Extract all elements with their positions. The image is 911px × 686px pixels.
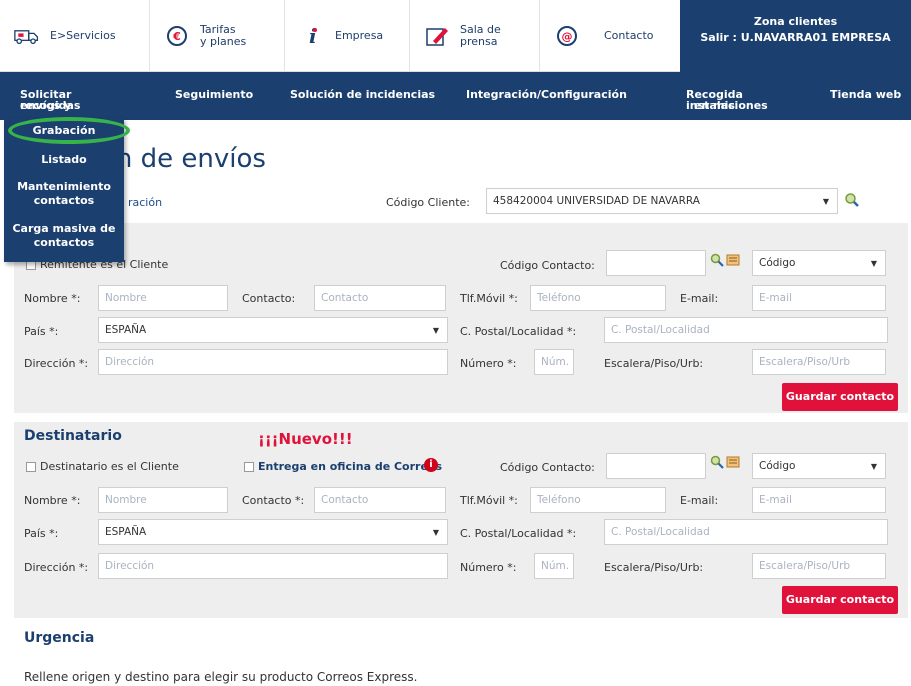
top-bar: E>Servicios € Tarifas y planes i Empresa … xyxy=(0,0,911,72)
zona-user[interactable]: Salir : U.NAVARRA01 EMPRESA xyxy=(680,30,911,46)
urgencia-text: Rellene origen y destino para elegir su … xyxy=(24,670,418,684)
numero-label: Número *: xyxy=(460,561,517,574)
destinatario-cliente-label: Destinatario es el Cliente xyxy=(40,460,179,473)
empresa-label: Empresa xyxy=(335,29,384,42)
nav-integracion[interactable]: Integración/Configuración xyxy=(466,89,627,100)
search-icon[interactable] xyxy=(710,253,724,267)
tlf-input[interactable]: Teléfono xyxy=(530,285,666,311)
contacto-label: Contacto *: xyxy=(242,494,305,507)
address-book-icon[interactable] xyxy=(726,253,740,267)
tarifas-label-2: y planes xyxy=(200,35,247,48)
euro-icon: € xyxy=(164,23,190,49)
menu-item-mantenimiento[interactable]: Mantenimiento contactos xyxy=(4,180,124,208)
zona-clientes[interactable]: Zona clientes Salir : U.NAVARRA01 EMPRES… xyxy=(680,0,911,72)
svg-text:@: @ xyxy=(562,30,573,43)
remitente-section: Remitente es el Cliente Código Contacto:… xyxy=(14,223,908,413)
urgencia-title: Urgencia xyxy=(24,630,95,646)
cp-input[interactable]: C. Postal/Localidad xyxy=(604,519,888,545)
direccion-label: Dirección *: xyxy=(24,561,89,574)
pen-icon xyxy=(424,23,450,49)
codigo-contacto-select[interactable]: Código ▼ xyxy=(752,250,886,276)
direccion-input[interactable]: Dirección xyxy=(98,349,448,375)
menu-item-carga-masiva[interactable]: Carga masiva de contactos xyxy=(4,222,124,250)
pais-select[interactable]: ESPAÑA ▼ xyxy=(98,519,448,545)
pais-label: País *: xyxy=(24,527,59,540)
email-input[interactable]: E-mail xyxy=(752,285,886,311)
nombre-input[interactable]: Nombre xyxy=(98,285,228,311)
chevron-down-icon: ▼ xyxy=(432,326,439,335)
svg-text:€: € xyxy=(172,30,181,43)
contacto-label: Contacto: xyxy=(242,292,296,305)
codigo-contacto-input[interactable] xyxy=(606,453,706,479)
email-input[interactable]: E-mail xyxy=(752,487,886,513)
servicios-label: E>Servicios xyxy=(50,29,116,42)
empresa-link[interactable]: i Empresa xyxy=(285,0,410,72)
cp-label: C. Postal/Localidad *: xyxy=(460,527,577,540)
destinatario-section: Destinatario Destinatario es el Cliente … xyxy=(14,422,908,618)
numero-input[interactable]: Núm. xyxy=(534,553,574,579)
info-icon[interactable]: i xyxy=(424,458,438,472)
search-icon[interactable] xyxy=(710,455,724,469)
nav-tienda[interactable]: Tienda web xyxy=(830,89,901,100)
cp-input[interactable]: C. Postal/Localidad xyxy=(604,317,888,343)
pais-select[interactable]: ESPAÑA ▼ xyxy=(98,317,448,343)
configuracion-link[interactable]: ración xyxy=(128,196,162,209)
page-title: ón de envíos xyxy=(100,144,266,174)
at-icon: @ xyxy=(554,23,580,49)
nombre-input[interactable]: Nombre xyxy=(98,487,228,513)
info-i-icon: i xyxy=(299,23,325,49)
email-label: E-mail: xyxy=(680,292,719,305)
tlf-input[interactable]: Teléfono xyxy=(530,487,666,513)
search-icon[interactable] xyxy=(844,192,860,211)
chevron-down-icon: ▼ xyxy=(432,528,439,537)
escalera-input[interactable]: Escalera/Piso/Urb xyxy=(752,553,886,579)
nombre-label: Nombre *: xyxy=(24,494,81,507)
sala-prensa-link[interactable]: Sala de prensa xyxy=(410,0,540,72)
oficina-correos-checkbox[interactable] xyxy=(244,462,254,472)
email-label: E-mail: xyxy=(680,494,719,507)
contacto-label: Contacto xyxy=(604,29,654,42)
chevron-down-icon: ▼ xyxy=(870,462,877,471)
main-nav: Solicitar envíos y recogidas Seguimiento … xyxy=(0,72,911,120)
guardar-contacto-button[interactable]: Guardar contacto xyxy=(782,383,898,411)
cp-label: C. Postal/Localidad *: xyxy=(460,325,577,338)
tarifas-link[interactable]: € Tarifas y planes xyxy=(150,0,285,72)
codigo-contacto-input[interactable] xyxy=(606,250,706,276)
chevron-down-icon: ▼ xyxy=(870,259,877,268)
highlight-circle xyxy=(8,117,130,144)
chevron-down-icon: ▼ xyxy=(822,197,829,206)
truck-icon xyxy=(14,23,40,49)
address-book-icon[interactable] xyxy=(726,455,740,469)
escalera-label: Escalera/Piso/Urb: xyxy=(604,357,704,370)
nombre-label: Nombre *: xyxy=(24,292,81,305)
nuevo-badge: ¡¡¡Nuevo!!! xyxy=(258,430,353,448)
tlf-label: Tlf.Móvil *: xyxy=(460,494,518,507)
oficina-correos-label: Entrega en oficina de Correos xyxy=(258,460,443,473)
codigo-contacto-label: Código Contacto: xyxy=(500,461,595,474)
nav-incidencias[interactable]: Solución de incidencias xyxy=(290,89,435,100)
pais-label: País *: xyxy=(24,325,59,338)
nav-seguimiento[interactable]: Seguimiento xyxy=(175,89,253,100)
direccion-input[interactable]: Dirección xyxy=(98,553,448,579)
contacto-input[interactable]: Contacto xyxy=(314,487,446,513)
zona-title: Zona clientes xyxy=(753,15,838,28)
numero-input[interactable]: Núm. xyxy=(534,349,574,375)
codigo-cliente-select[interactable]: 458420004 UNIVERSIDAD DE NAVARRA ▼ xyxy=(486,188,838,214)
contacto-link[interactable]: @ Contacto xyxy=(540,0,680,72)
escalera-input[interactable]: Escalera/Piso/Urb xyxy=(752,349,886,375)
codigo-contacto-label: Código Contacto: xyxy=(500,259,595,272)
codigo-contacto-select[interactable]: Código ▼ xyxy=(752,453,886,479)
servicios-link[interactable]: E>Servicios xyxy=(0,0,150,72)
menu-item-listado[interactable]: Listado xyxy=(4,153,124,167)
escalera-label: Escalera/Piso/Urb: xyxy=(604,561,704,574)
numero-label: Número *: xyxy=(460,357,517,370)
tlf-label: Tlf.Móvil *: xyxy=(460,292,518,305)
direccion-label: Dirección *: xyxy=(24,357,89,370)
guardar-contacto-button[interactable]: Guardar contacto xyxy=(782,586,898,614)
sala-label-2: prensa xyxy=(460,35,498,48)
contacto-input[interactable]: Contacto xyxy=(314,285,446,311)
destinatario-title: Destinatario xyxy=(24,428,122,444)
codigo-cliente-label: Código Cliente: xyxy=(386,196,470,209)
destinatario-cliente-checkbox[interactable] xyxy=(26,462,36,472)
